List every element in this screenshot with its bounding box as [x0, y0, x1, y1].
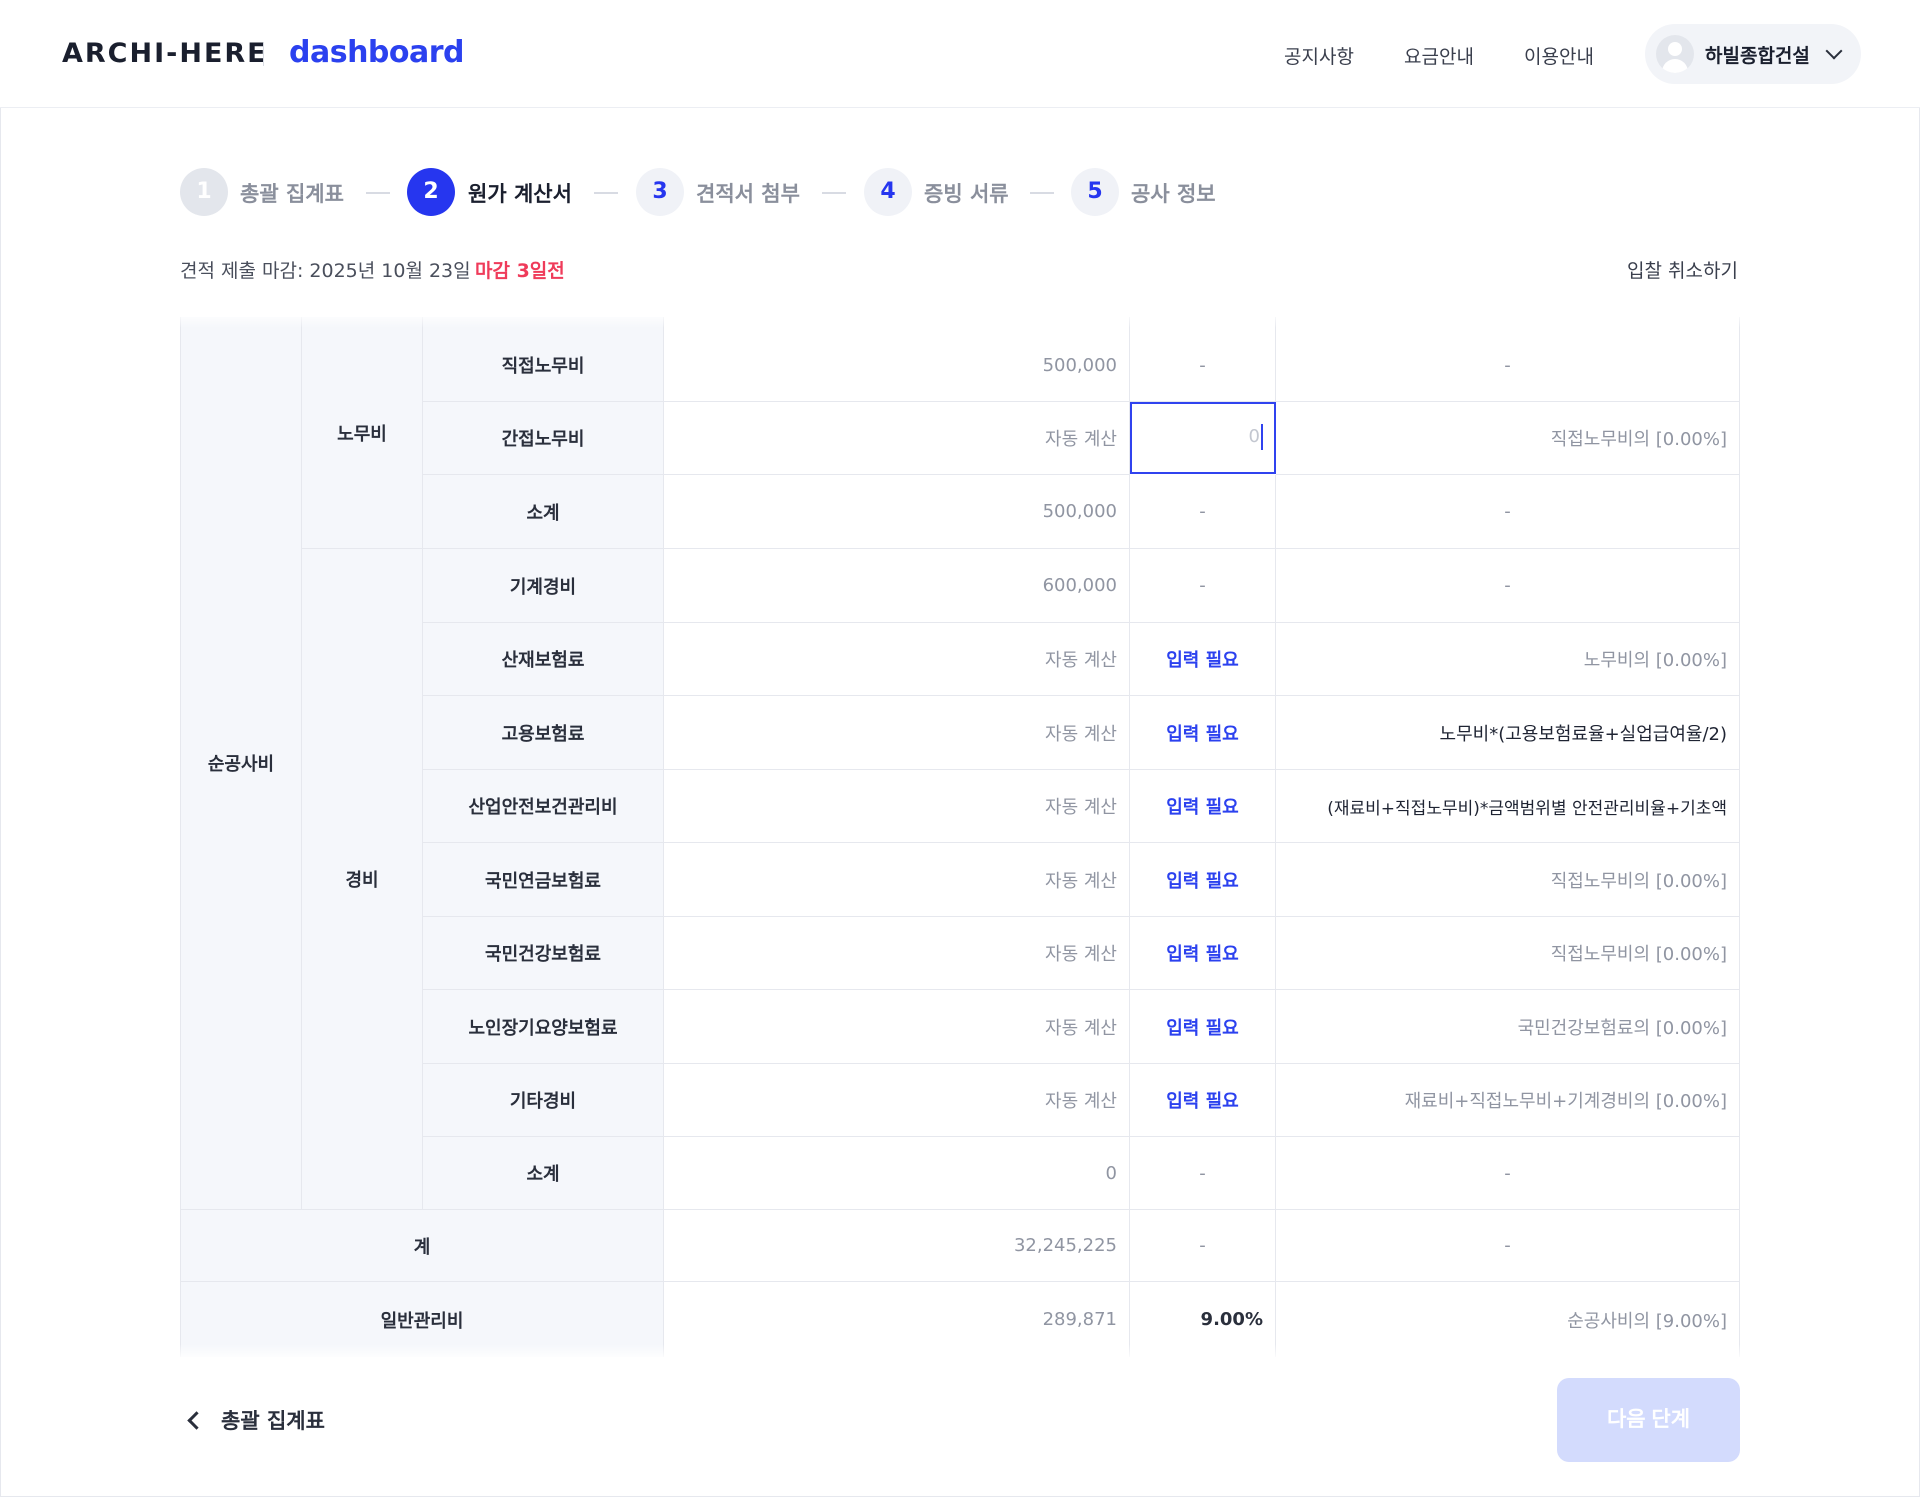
step-connector [1030, 192, 1054, 194]
text-caret [1261, 424, 1263, 450]
user-name: 하빌종합건설 [1705, 45, 1810, 67]
amount-cell: 자동 계산 [664, 1064, 1130, 1137]
amount-cell: 500,000 [664, 475, 1130, 549]
top-header: ARCHI-HERE dashboard 공지사항 요금안내 이용안내 하빌종합… [0, 0, 1920, 108]
rate-required-cell[interactable]: 입력 필요 [1130, 843, 1276, 917]
step-5-circle[interactable]: 5 [1071, 168, 1119, 216]
amount-cell: 자동 계산 [664, 990, 1130, 1064]
next-step-button[interactable]: 다음 단계 [1557, 1378, 1740, 1462]
labor-category-cell: 노무비 [302, 317, 423, 549]
cancel-bid-link[interactable]: 입찰 취소하기 [1627, 256, 1738, 283]
item-cell: 직접노무비 [423, 317, 664, 402]
rate-required-cell[interactable]: 입력 필요 [1130, 917, 1276, 990]
rate-required-cell[interactable]: 입력 필요 [1130, 990, 1276, 1064]
amount-cell: 자동 계산 [664, 843, 1130, 917]
note-cell: 국민건강보험료의 [0.00%] [1276, 990, 1739, 1064]
item-cell: 소계 [423, 475, 664, 549]
rate-cell: - [1130, 1210, 1276, 1282]
amount-cell: 600,000 [664, 549, 1130, 623]
amount-cell: 자동 계산 [664, 696, 1130, 770]
deadline-badge: 마감 3일전 [475, 260, 565, 282]
note-cell: 노무비의 [0.00%] [1276, 623, 1739, 696]
rate-cell: - [1130, 1137, 1276, 1210]
rate-required-cell[interactable]: 입력 필요 [1130, 1064, 1276, 1137]
step-2-circle[interactable]: 2 [407, 168, 455, 216]
rate-cell: - [1130, 549, 1276, 623]
scroll-fade-bottom [180, 1344, 1740, 1360]
group-cell: 순공사비 [181, 317, 302, 1210]
item-cell: 산재보험료 [423, 623, 664, 696]
note-cell: - [1276, 549, 1739, 623]
amount-cell: 500,000 [664, 317, 1130, 402]
item-cell: 간접노무비 [423, 402, 664, 475]
step-3-label[interactable]: 견적서 첨부 [696, 178, 800, 208]
note-cell: - [1276, 1210, 1739, 1282]
note-cell: - [1276, 475, 1739, 549]
chevron-down-icon [1825, 42, 1843, 60]
total-label-cell: 계 [181, 1210, 664, 1282]
indirect-labor-rate-input[interactable]: 0 [1130, 402, 1276, 474]
cost-table[interactable]: 순공사비 노무비 경비 직접노무비 500,000 - - 간접노무비 자동 계… [180, 317, 1740, 1357]
nav-notice[interactable]: 공지사항 [1284, 42, 1354, 69]
back-button[interactable]: 총괄 집계표 [180, 1400, 325, 1440]
item-cell: 국민연금보험료 [423, 843, 664, 917]
item-cell: 소계 [423, 1137, 664, 1210]
amount-cell: 0 [664, 1137, 1130, 1210]
step-2-label[interactable]: 원가 계산서 [468, 178, 572, 208]
rate-cell: - [1130, 317, 1276, 402]
logo-divider [263, 42, 264, 66]
nav-guide[interactable]: 이용안내 [1524, 42, 1594, 69]
item-cell: 산업안전보건관리비 [423, 770, 664, 843]
scroll-fade-top [180, 312, 1740, 328]
note-cell: 직접노무비의 [0.00%] [1276, 402, 1739, 475]
step-5-label[interactable]: 공사 정보 [1131, 178, 1216, 208]
step-connector [594, 192, 618, 194]
user-menu-button[interactable]: 하빌종합건설 [1645, 24, 1861, 84]
step-1-circle[interactable]: 1 [180, 168, 228, 216]
note-cell: - [1276, 317, 1739, 402]
step-4-circle[interactable]: 4 [864, 168, 912, 216]
amount-cell: 자동 계산 [664, 770, 1130, 843]
amount-cell: 자동 계산 [664, 917, 1130, 990]
note-cell: 직접노무비의 [0.00%] [1276, 843, 1739, 917]
item-cell: 노인장기요양보험료 [423, 990, 664, 1064]
item-cell: 기타경비 [423, 1064, 664, 1137]
step-connector [822, 192, 846, 194]
nav-pricing[interactable]: 요금안내 [1404, 42, 1474, 69]
step-connector [366, 192, 390, 194]
avatar-icon [1656, 35, 1694, 73]
rate-required-cell[interactable]: 입력 필요 [1130, 623, 1276, 696]
chevron-left-icon [187, 1410, 206, 1430]
step-1-label[interactable]: 총괄 집계표 [240, 178, 344, 208]
amount-cell: 자동 계산 [664, 623, 1130, 696]
rate-required-cell[interactable]: 입력 필요 [1130, 696, 1276, 770]
item-cell: 기계경비 [423, 549, 664, 623]
rate-cell: - [1130, 475, 1276, 549]
product-name[interactable]: dashboard [289, 35, 465, 70]
amount-cell: 자동 계산 [664, 402, 1130, 475]
back-button-label: 총괄 집계표 [221, 1409, 325, 1433]
note-cell: 재료비+직접노무비+기계경비의 [0.00%] [1276, 1064, 1739, 1137]
expense-category-cell: 경비 [302, 549, 423, 1210]
step-4-label[interactable]: 증빙 서류 [924, 178, 1009, 208]
formula-cell: (재료비+직접노무비)*금액범위별 안전관리비율+기초액 [1276, 770, 1739, 843]
item-cell: 국민건강보험료 [423, 917, 664, 990]
total-amount-cell: 32,245,225 [664, 1210, 1130, 1282]
deadline-text: 견적 제출 마감: 2025년 10월 23일 [180, 260, 471, 282]
formula-cell: 노무비*(고용보험료율+실업급여율/2) [1276, 696, 1739, 770]
item-cell: 고용보험료 [423, 696, 664, 770]
rate-required-cell[interactable]: 입력 필요 [1130, 770, 1276, 843]
step-3-circle[interactable]: 3 [636, 168, 684, 216]
note-cell: - [1276, 1137, 1739, 1210]
note-cell: 직접노무비의 [0.00%] [1276, 917, 1739, 990]
rate-input-value: 0 [1248, 426, 1260, 447]
logo[interactable]: ARCHI-HERE [62, 38, 268, 69]
